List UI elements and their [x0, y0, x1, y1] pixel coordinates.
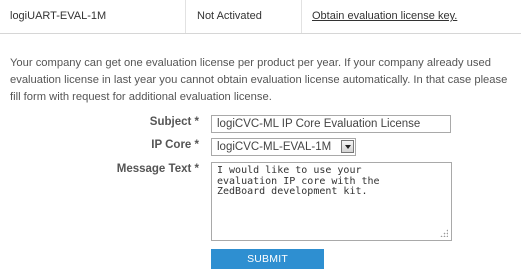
- ipcore-select[interactable]: logiCVC-ML-EVAL-1M: [211, 138, 356, 156]
- ipcore-label: IP Core *: [151, 139, 199, 151]
- message-textarea[interactable]: I would like to use your evaluation IP c…: [211, 162, 452, 241]
- obtain-license-link[interactable]: Obtain evaluation license key.: [312, 10, 457, 22]
- product-name: logiUART-EVAL-1M: [10, 10, 107, 22]
- ipcore-selected-value: logiCVC-ML-EVAL-1M: [217, 141, 332, 153]
- intro-line: fill form with request for additional ev…: [10, 91, 272, 103]
- license-table-row: logiUART-EVAL-1M Not Activated Obtain ev…: [0, 0, 521, 34]
- column-divider: [301, 0, 302, 33]
- submit-button[interactable]: SUBMIT: [211, 249, 324, 269]
- resize-grip-icon[interactable]: [440, 229, 448, 237]
- intro-line: evaluation license in last year you cann…: [10, 74, 508, 86]
- chevron-down-icon[interactable]: [341, 140, 354, 153]
- intro-line: Your company can get one evaluation lice…: [10, 57, 491, 69]
- obtain-license-cell: Obtain evaluation license key.: [312, 0, 457, 33]
- column-divider: [185, 0, 186, 33]
- intro-paragraph: Your company can get one evaluation lice…: [10, 55, 521, 106]
- subject-input[interactable]: logiCVC-ML IP Core Evaluation License: [211, 115, 451, 133]
- message-line: I would like to use your: [217, 165, 362, 176]
- subject-label: Subject *: [149, 116, 199, 128]
- message-line: ZedBoard development kit.: [217, 186, 368, 197]
- activation-status: Not Activated: [197, 10, 262, 22]
- message-label: Message Text *: [116, 163, 199, 175]
